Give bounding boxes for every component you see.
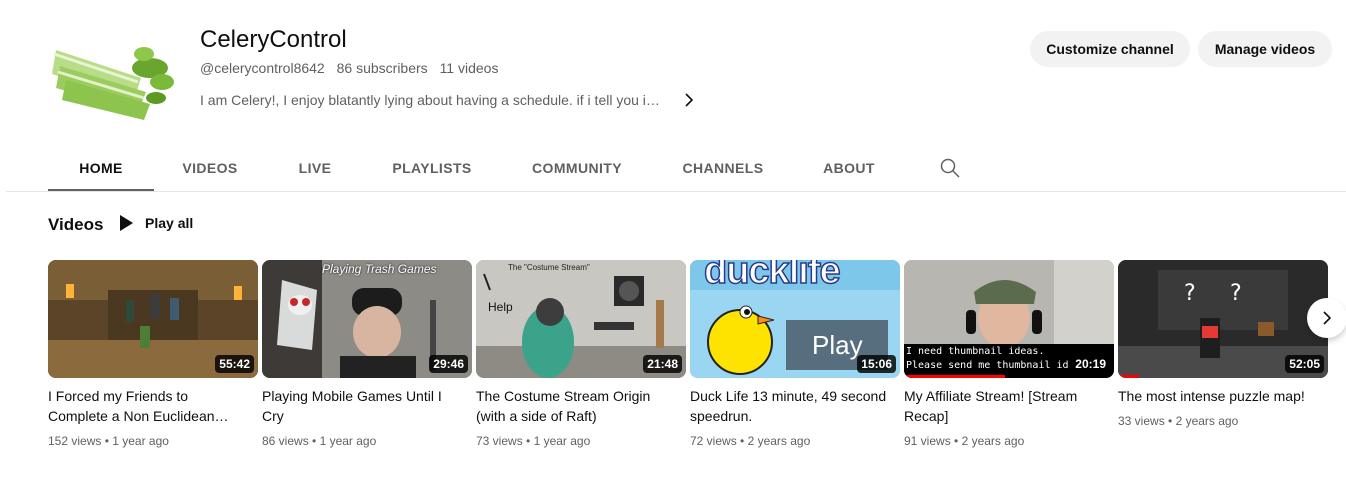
- video-duration: 20:19: [1071, 355, 1110, 373]
- video-count: 11 videos: [439, 60, 499, 76]
- thumbnail-caption-2: Please send me thumbnail id: [906, 360, 1069, 371]
- thumbnail-caption: The "Costume Stream": [508, 263, 590, 272]
- channel-tabs: HOME VIDEOS LIVE PLAYLISTS COMMUNITY CHA…: [48, 145, 906, 191]
- channel-description[interactable]: I am Celery!, I enjoy blatantly lying ab…: [200, 92, 700, 108]
- video-thumbnail[interactable]: 55:42: [48, 260, 258, 378]
- carousel-next-button[interactable]: [1307, 298, 1346, 338]
- watch-progress-bar: [1118, 375, 1139, 378]
- channel-meta: @celerycontrol8642 86 subscribers 11 vid…: [200, 60, 498, 76]
- video-title[interactable]: The Costume Stream Origin (with a side o…: [476, 386, 676, 426]
- video-meta: 152 views • 1 year ago: [48, 434, 169, 448]
- upload-age: 1 year ago: [533, 434, 591, 448]
- video-card[interactable]: Playing Trash Games 29:46 Playing Mobile…: [262, 260, 472, 448]
- video-title[interactable]: The most intense puzzle map!: [1118, 386, 1318, 406]
- svg-text:?: ?: [1184, 281, 1196, 306]
- view-count: 91 views: [904, 434, 951, 448]
- channel-handle: @celerycontrol8642: [200, 60, 325, 76]
- video-duration: 29:46: [429, 355, 468, 373]
- video-card[interactable]: ? ? 52:05 The most intense puzzle map! 3…: [1118, 260, 1328, 428]
- play-all-button[interactable]: Play all: [118, 214, 193, 232]
- video-thumbnail[interactable]: ducklife Play 15:06: [690, 260, 900, 378]
- thumbnail-play-text: Play: [812, 330, 863, 360]
- video-title[interactable]: Duck Life 13 minute, 49 second speedrun.: [690, 386, 890, 426]
- tab-channels[interactable]: CHANNELS: [654, 145, 792, 191]
- video-title[interactable]: My Affiliate Stream! [Stream Recap]: [904, 386, 1104, 426]
- video-card[interactable]: 55:42 I Forced my Friends to Complete a …: [48, 260, 258, 448]
- video-card[interactable]: The "Costume Stream" Help 21:48 The Cost…: [476, 260, 686, 448]
- thumbnail-caption: I need thumbnail ideas.: [906, 346, 1045, 357]
- section-title: Videos: [48, 215, 104, 234]
- video-meta: 86 views • 1 year ago: [262, 434, 377, 448]
- video-duration: 21:48: [643, 355, 682, 373]
- svg-text:?: ?: [1230, 281, 1242, 306]
- play-all-label: Play all: [145, 215, 194, 231]
- thumbnail-caption-help: Help: [488, 300, 513, 314]
- video-card[interactable]: ducklife Play 15:06 Duck Life 13 minute,…: [690, 260, 900, 448]
- search-icon[interactable]: [940, 158, 960, 178]
- video-meta: 73 views • 1 year ago: [476, 434, 591, 448]
- view-count: 73 views: [476, 434, 523, 448]
- channel-avatar: [46, 30, 178, 128]
- customize-channel-button[interactable]: Customize channel: [1030, 31, 1190, 67]
- tabs-divider: [6, 191, 1346, 192]
- description-text[interactable]: I am Celery!, I enjoy blatantly lying ab…: [200, 92, 666, 108]
- view-count: 152 views: [48, 434, 102, 448]
- video-title[interactable]: Playing Mobile Games Until I Cry: [262, 386, 462, 426]
- tab-live[interactable]: LIVE: [266, 145, 364, 191]
- subscriber-count: 86 subscribers: [336, 60, 428, 76]
- view-count: 86 views: [262, 434, 309, 448]
- upload-age: 2 years ago: [961, 434, 1025, 448]
- tab-playlists[interactable]: PLAYLISTS: [364, 145, 500, 191]
- video-duration: 55:42: [215, 355, 254, 373]
- video-duration: 52:05: [1285, 355, 1324, 373]
- celery-icon: [52, 47, 174, 120]
- tab-home[interactable]: HOME: [48, 145, 154, 191]
- view-count: 33 views: [1118, 414, 1165, 428]
- video-thumbnail[interactable]: I need thumbnail ideas. Please send me t…: [904, 260, 1114, 378]
- video-meta: 91 views • 2 years ago: [904, 434, 1025, 448]
- upload-age: 1 year ago: [319, 434, 377, 448]
- manage-videos-button[interactable]: Manage videos: [1198, 31, 1332, 67]
- video-duration: 15:06: [857, 355, 896, 373]
- view-count: 72 views: [690, 434, 737, 448]
- thumbnail-logo: ducklife: [703, 260, 841, 293]
- video-thumbnail[interactable]: The "Costume Stream" Help 21:48: [476, 260, 686, 378]
- upload-age: 2 years ago: [747, 434, 811, 448]
- thumbnail-caption: Playing Trash Games: [322, 262, 437, 276]
- upload-age: 1 year ago: [112, 434, 169, 448]
- video-meta: 72 views • 2 years ago: [690, 434, 811, 448]
- watch-progress-bar: [904, 375, 1005, 378]
- tab-about[interactable]: ABOUT: [792, 145, 906, 191]
- video-thumbnail[interactable]: ? ? 52:05: [1118, 260, 1328, 378]
- channel-name: CeleryControl: [200, 26, 347, 53]
- video-thumbnail[interactable]: Playing Trash Games 29:46: [262, 260, 472, 378]
- video-meta: 33 views • 2 years ago: [1118, 414, 1239, 428]
- upload-age: 2 years ago: [1175, 414, 1239, 428]
- chevron-right-icon[interactable]: [682, 93, 696, 107]
- tab-community[interactable]: COMMUNITY: [500, 145, 654, 191]
- chevron-right-icon: [1323, 311, 1332, 325]
- video-title[interactable]: I Forced my Friends to Complete a Non Eu…: [48, 386, 248, 426]
- video-card[interactable]: I need thumbnail ideas. Please send me t…: [904, 260, 1114, 448]
- tab-videos[interactable]: VIDEOS: [154, 145, 266, 191]
- play-icon: [120, 215, 133, 231]
